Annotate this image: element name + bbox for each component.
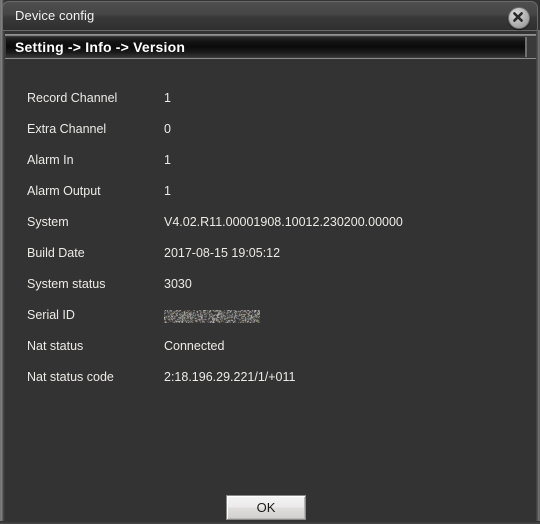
- window-title: Device config: [15, 8, 95, 23]
- info-value: 1: [164, 184, 171, 198]
- info-row: Alarm Output 1: [5, 184, 536, 204]
- info-label: Extra Channel: [27, 122, 107, 136]
- info-row: System status 3030: [5, 277, 536, 297]
- info-value: 2:18.196.29.221/1/+011: [164, 370, 296, 384]
- info-value: 1: [164, 91, 171, 105]
- info-label: System status: [27, 277, 106, 291]
- device-config-window: Device config Setting -> Info -> Version…: [0, 0, 540, 524]
- info-value: 0: [164, 122, 171, 136]
- window-frame-right: [536, 30, 540, 524]
- info-row: System V4.02.R11.00001908.10012.230200.00…: [5, 215, 536, 235]
- info-label: Build Date: [27, 246, 85, 260]
- serial-id-redacted: [164, 310, 260, 323]
- info-label: Alarm In: [27, 153, 74, 167]
- info-label: System: [27, 215, 69, 229]
- info-row: Alarm In 1: [5, 153, 536, 173]
- info-label: Nat status: [27, 339, 84, 353]
- ok-button[interactable]: OK: [226, 495, 306, 520]
- version-info-panel: Record Channel 1 Extra Channel 0 Alarm In 1 Al…: [5, 59, 536, 521]
- info-row: Serial ID: [5, 308, 536, 328]
- info-label: Serial ID: [27, 308, 75, 322]
- info-row: Nat status code 2:18.196.29.221/1/+011: [5, 370, 536, 390]
- breadcrumb-text: Setting -> Info -> Version: [15, 39, 186, 55]
- info-row: Record Channel 1: [5, 91, 536, 111]
- info-row: Extra Channel 0: [5, 122, 536, 142]
- breadcrumb: Setting -> Info -> Version: [6, 37, 527, 57]
- info-row: Build Date 2017-08-15 19:05:12: [5, 246, 536, 266]
- info-value: Connected: [164, 339, 225, 353]
- info-value: 3030: [164, 277, 192, 291]
- window-titlebar: Device config: [2, 1, 538, 31]
- info-value: 1: [164, 153, 171, 167]
- info-value: V4.02.R11.00001908.10012.230200.00000: [164, 215, 403, 229]
- info-row: Nat status Connected: [5, 339, 536, 359]
- close-icon[interactable]: [508, 7, 530, 29]
- info-label: Alarm Output: [27, 184, 101, 198]
- info-value: 2017-08-15 19:05:12: [164, 246, 281, 260]
- info-label: Nat status code: [27, 370, 114, 384]
- info-label: Record Channel: [27, 91, 118, 105]
